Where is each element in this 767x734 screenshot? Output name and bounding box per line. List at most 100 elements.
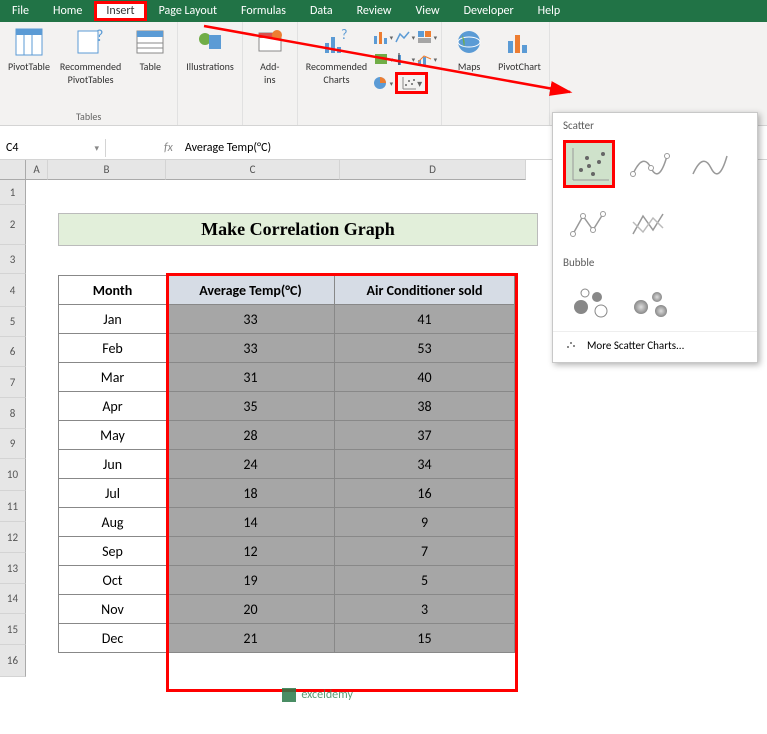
scatter-smooth-lines-option[interactable] — [623, 140, 675, 188]
cell-temp[interactable]: 31 — [167, 363, 335, 392]
colhead-a[interactable]: A — [26, 160, 48, 180]
cell-temp[interactable]: 21 — [167, 624, 335, 653]
map-chart-button[interactable]: ▾ — [373, 50, 393, 68]
table-row[interactable]: Jan3341 — [59, 305, 515, 334]
table-row[interactable]: Aug149 — [59, 508, 515, 537]
bubble-3d-option[interactable] — [623, 277, 675, 325]
tab-file[interactable]: File — [0, 1, 41, 21]
tab-formulas[interactable]: Formulas — [229, 1, 298, 21]
name-box[interactable]: C4 — [0, 139, 106, 157]
rownum[interactable]: 15 — [0, 614, 26, 645]
column-chart-button[interactable]: ▾ — [373, 28, 393, 46]
table-row[interactable]: Dec2115 — [59, 624, 515, 653]
cell-ac[interactable]: 37 — [335, 421, 515, 450]
select-all-corner[interactable] — [0, 160, 26, 180]
recommended-pivottables-button[interactable]: ? Recommended PivotTables — [56, 24, 125, 88]
cell-temp[interactable]: 33 — [167, 305, 335, 334]
cell-month[interactable]: Jun — [59, 450, 167, 479]
cell-temp[interactable]: 20 — [167, 595, 335, 624]
cell-ac[interactable]: 16 — [335, 479, 515, 508]
cell-month[interactable]: Mar — [59, 363, 167, 392]
tab-developer[interactable]: Developer — [452, 1, 526, 21]
tab-pagelayout[interactable]: Page Layout — [147, 1, 229, 21]
maps-button[interactable]: Maps — [446, 24, 492, 75]
cell-temp[interactable]: 35 — [167, 392, 335, 421]
rownum[interactable]: 12 — [0, 522, 26, 553]
cell-month[interactable]: Apr — [59, 392, 167, 421]
line-chart-button[interactable]: ▾ — [395, 28, 415, 46]
colhead-d[interactable]: D — [340, 160, 526, 180]
table-row[interactable]: Sep127 — [59, 537, 515, 566]
cell-month[interactable]: Feb — [59, 334, 167, 363]
scatter-option[interactable] — [563, 140, 615, 188]
tab-data[interactable]: Data — [298, 1, 345, 21]
rownum[interactable]: 1 — [0, 180, 26, 205]
cell-month[interactable]: Aug — [59, 508, 167, 537]
cell-ac[interactable]: 9 — [335, 508, 515, 537]
rownum[interactable]: 3 — [0, 245, 26, 274]
rownum[interactable]: 9 — [0, 429, 26, 459]
cell-temp[interactable]: 24 — [167, 450, 335, 479]
table-row[interactable]: Mar3140 — [59, 363, 515, 392]
cell-month[interactable]: Nov — [59, 595, 167, 624]
rownum[interactable]: 2 — [0, 205, 26, 245]
cell-ac[interactable]: 38 — [335, 392, 515, 421]
recommended-charts-button[interactable]: ? Recommended Charts — [302, 24, 371, 94]
illustrations-button[interactable]: Illustrations — [182, 24, 238, 75]
rownum[interactable]: 5 — [0, 307, 26, 337]
table-row[interactable]: Nov203 — [59, 595, 515, 624]
scatter-straight-lines-option[interactable] — [623, 200, 675, 248]
cell-ac[interactable]: 40 — [335, 363, 515, 392]
rownum[interactable]: 10 — [0, 459, 26, 491]
table-row[interactable]: Jun2434 — [59, 450, 515, 479]
cell-month[interactable]: Dec — [59, 624, 167, 653]
tab-review[interactable]: Review — [345, 1, 404, 21]
cell-ac[interactable]: 3 — [335, 595, 515, 624]
cell-temp[interactable]: 19 — [167, 566, 335, 595]
rownum[interactable]: 14 — [0, 584, 26, 614]
rownum[interactable]: 11 — [0, 491, 26, 522]
statistic-chart-button[interactable]: ▾ — [395, 50, 415, 68]
hierarchy-chart-button[interactable]: ▾ — [417, 28, 437, 46]
cell-month[interactable]: May — [59, 421, 167, 450]
pie-chart-button[interactable]: ▾ — [373, 74, 393, 92]
cell-temp[interactable]: 18 — [167, 479, 335, 508]
table-button[interactable]: Table — [127, 24, 173, 88]
colhead-b[interactable]: B — [48, 160, 166, 180]
rownum[interactable]: 7 — [0, 367, 26, 398]
tab-insert[interactable]: Insert — [94, 1, 146, 21]
pivottable-button[interactable]: PivotTable — [4, 24, 54, 88]
more-scatter-charts[interactable]: More Scatter Charts... — [553, 331, 757, 358]
cell-ac[interactable]: 53 — [335, 334, 515, 363]
table-row[interactable]: Oct195 — [59, 566, 515, 595]
rownum[interactable]: 13 — [0, 553, 26, 584]
tab-view[interactable]: View — [404, 1, 452, 21]
tab-home[interactable]: Home — [41, 1, 94, 21]
cell-month[interactable]: Jan — [59, 305, 167, 334]
table-row[interactable]: Apr3538 — [59, 392, 515, 421]
cell-month[interactable]: Sep — [59, 537, 167, 566]
tab-help[interactable]: Help — [526, 1, 573, 21]
rownum[interactable]: 16 — [0, 645, 26, 677]
cell-ac[interactable]: 7 — [335, 537, 515, 566]
cell-ac[interactable]: 15 — [335, 624, 515, 653]
scatter-smooth-option[interactable] — [683, 140, 735, 188]
rownum[interactable]: 8 — [0, 398, 26, 429]
combo-chart-button[interactable]: ▾ — [417, 50, 437, 68]
table-row[interactable]: May2837 — [59, 421, 515, 450]
cell-month[interactable]: Oct — [59, 566, 167, 595]
cell-ac[interactable]: 34 — [335, 450, 515, 479]
cell-temp[interactable]: 14 — [167, 508, 335, 537]
pivotchart-button[interactable]: PivotChart — [494, 24, 545, 75]
scatter-chart-button[interactable]: ▾ — [395, 72, 428, 94]
cell-temp[interactable]: 33 — [167, 334, 335, 363]
cell-ac[interactable]: 5 — [335, 566, 515, 595]
fx-icon[interactable]: fx — [156, 141, 181, 155]
table-row[interactable]: Jul1816 — [59, 479, 515, 508]
rownum[interactable]: 6 — [0, 337, 26, 367]
bubble-option[interactable] — [563, 277, 615, 325]
cell-ac[interactable]: 41 — [335, 305, 515, 334]
scatter-straight-lines-markers-option[interactable] — [563, 200, 615, 248]
cell-temp[interactable]: 12 — [167, 537, 335, 566]
colhead-c[interactable]: C — [166, 160, 340, 180]
